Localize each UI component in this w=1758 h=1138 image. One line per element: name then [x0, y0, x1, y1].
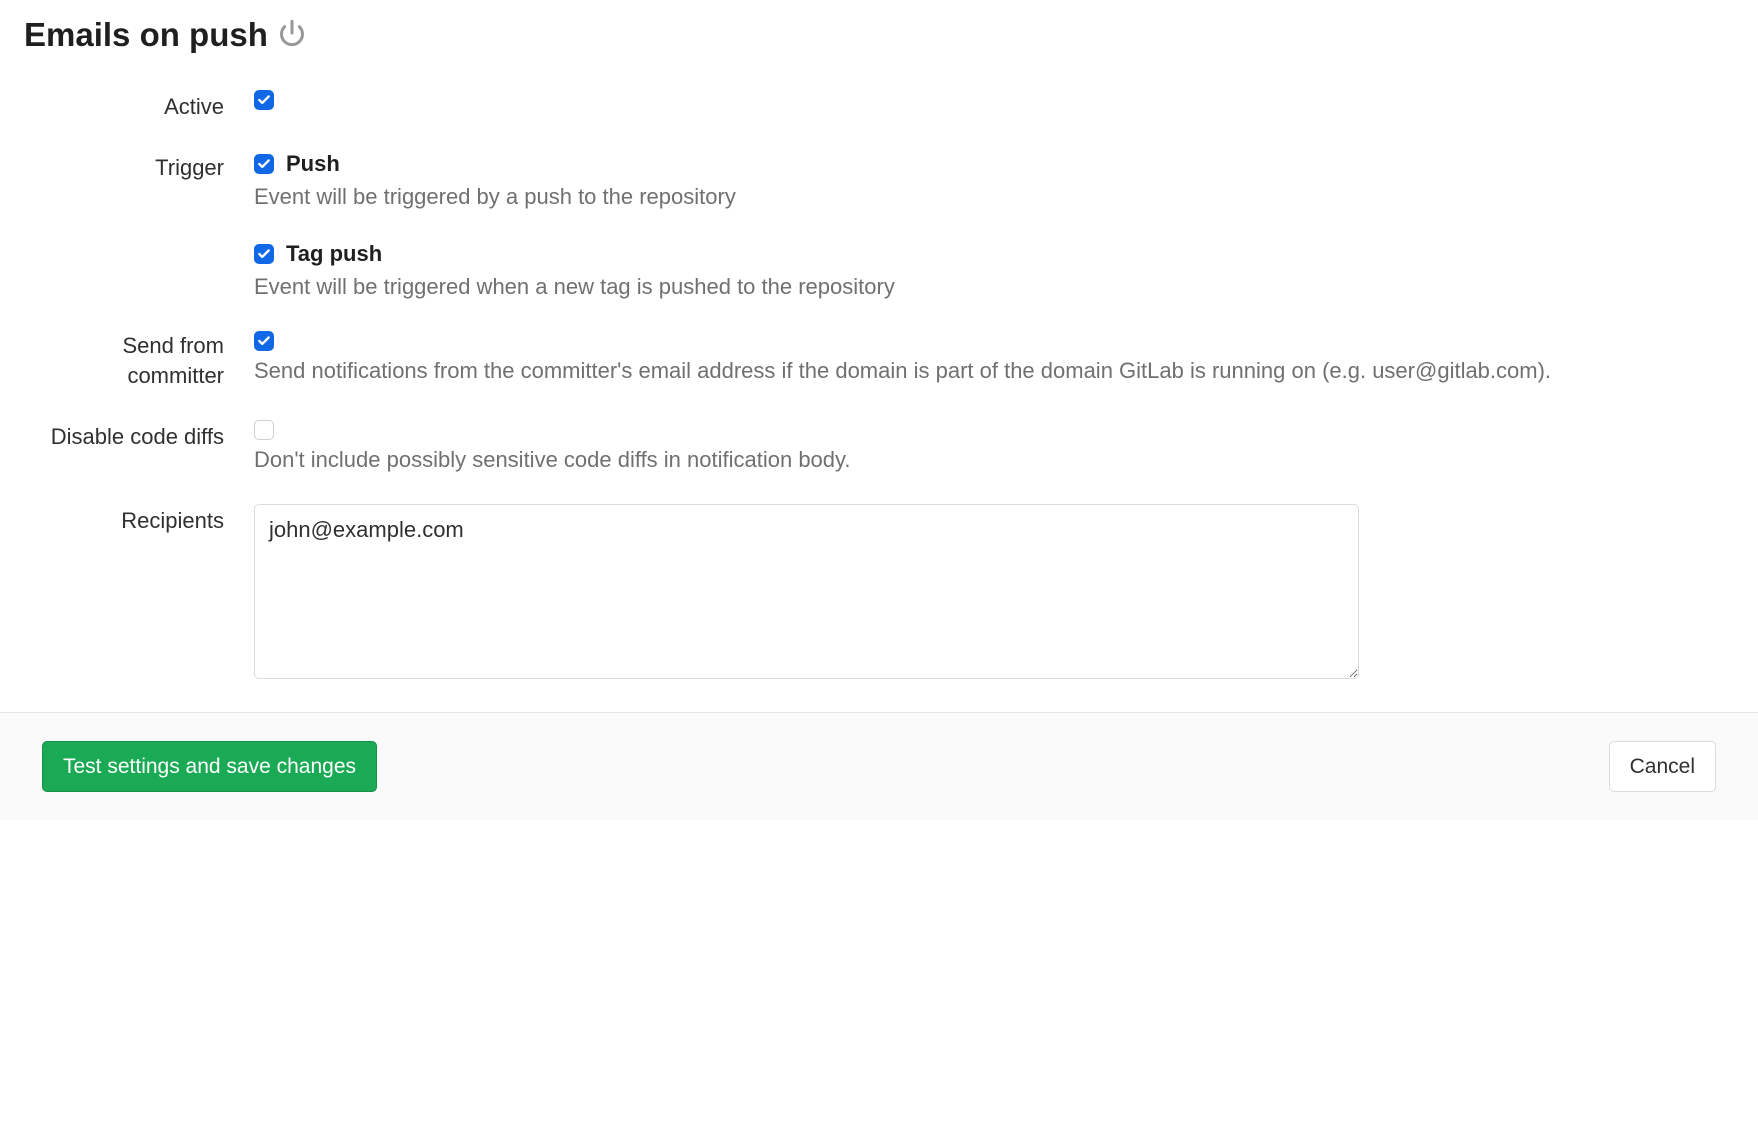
recipients-label: Recipients — [24, 504, 254, 537]
push-label: Push — [286, 151, 340, 177]
disable-diffs-label: Disable code diffs — [24, 420, 254, 453]
save-button[interactable]: Test settings and save changes — [42, 741, 377, 792]
active-label: Active — [24, 90, 254, 123]
active-checkbox[interactable] — [254, 90, 274, 110]
tag-push-label: Tag push — [286, 241, 382, 267]
tag-push-help: Event will be triggered when a new tag i… — [254, 271, 1726, 303]
page-title: Emails on push — [24, 16, 1734, 54]
page-title-text: Emails on push — [24, 16, 268, 54]
send-from-committer-label: Send from committer — [24, 331, 254, 393]
recipients-input[interactable] — [254, 504, 1359, 679]
power-icon — [278, 19, 306, 52]
trigger-label: Trigger — [24, 151, 254, 184]
push-checkbox[interactable] — [254, 154, 274, 174]
form-footer: Test settings and save changes Cancel — [0, 712, 1758, 820]
cancel-button[interactable]: Cancel — [1609, 741, 1716, 792]
tag-push-checkbox[interactable] — [254, 244, 274, 264]
send-from-committer-help: Send notifications from the committer's … — [254, 355, 1726, 387]
disable-diffs-checkbox[interactable] — [254, 420, 274, 440]
send-from-committer-checkbox[interactable] — [254, 331, 274, 351]
disable-diffs-help: Don't include possibly sensitive code di… — [254, 444, 1726, 476]
push-help: Event will be triggered by a push to the… — [254, 181, 1726, 213]
